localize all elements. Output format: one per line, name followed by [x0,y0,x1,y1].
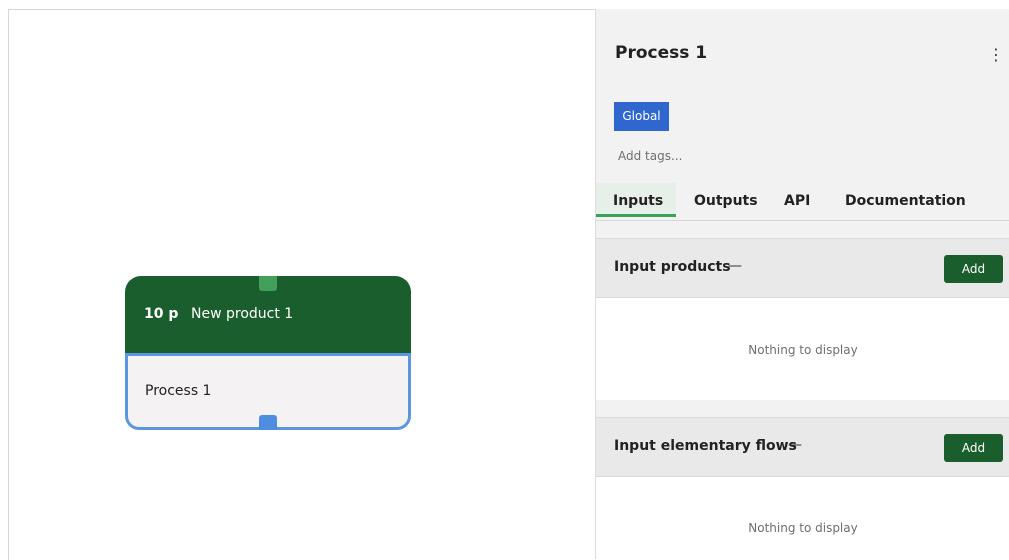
process-node[interactable]: 10 p New product 1 Process 1 [125,276,411,430]
more-options-icon[interactable]: ⋮ [988,45,1004,65]
input-products-title: Input products [614,259,731,275]
section-spacer [596,221,1009,239]
tab-api[interactable]: API [784,183,810,220]
input-products-empty-message: Nothing to display [748,343,858,357]
process-canvas[interactable]: 10 p New product 1 Process 1 [8,9,596,560]
node-product-name: New product 1 [191,306,294,322]
panel-header: Process 1 ⋮ Global Add tags... Inputs Ou… [596,9,1009,221]
panel-title: Process 1 [615,43,708,63]
node-product-quantity: 10 p [144,306,179,322]
section-spacer [596,400,1009,418]
node-output-connector[interactable] [259,415,277,430]
node-process-title: Process 1 [145,383,212,399]
panel-tabs: Inputs Outputs API Documentation [596,183,1009,221]
process-details-panel: Process 1 ⋮ Global Add tags... Inputs Ou… [595,9,1009,559]
add-elementary-flow-button[interactable]: Add [944,434,1003,462]
input-elementary-flows-header: Input elementary flows — Add [596,417,1009,477]
input-products-header: Input products — Add [596,238,1009,298]
collapse-icon[interactable]: — [788,437,802,453]
add-tags-input[interactable]: Add tags... [618,149,818,167]
node-input-connector[interactable] [259,276,277,291]
tab-inputs[interactable]: Inputs [596,183,676,217]
input-elementary-flows-title: Input elementary flows [614,438,797,454]
collapse-icon[interactable]: — [728,258,742,274]
tab-outputs[interactable]: Outputs [694,183,758,220]
global-tag[interactable]: Global [614,102,669,131]
add-input-product-button[interactable]: Add [944,255,1003,283]
input-elementary-flows-empty-message: Nothing to display [748,521,858,535]
tab-documentation[interactable]: Documentation [845,183,966,220]
